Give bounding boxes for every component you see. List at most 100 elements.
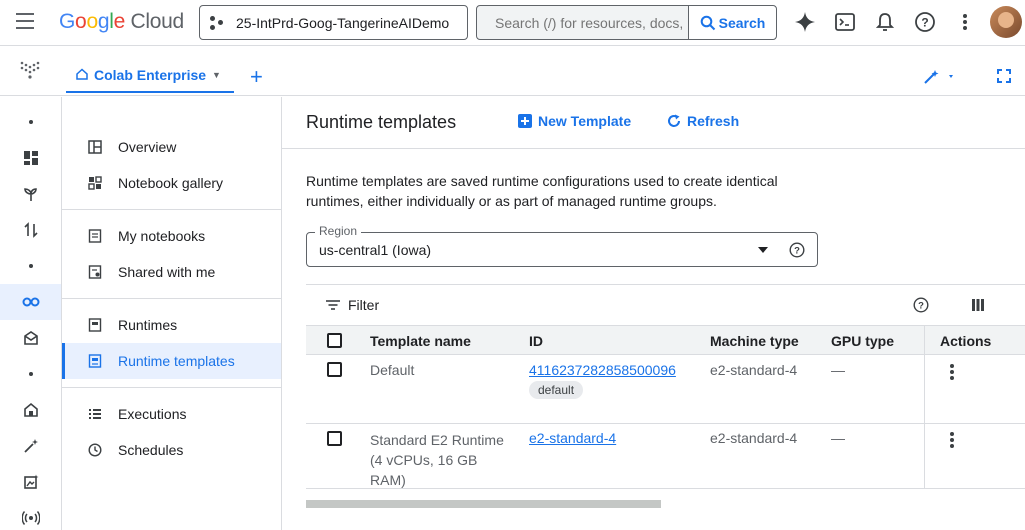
project-picker[interactable]: 25-IntPrd-Goog-TangerineAIDemo (199, 5, 468, 40)
list-icon (87, 406, 103, 422)
wand-icon (23, 439, 38, 453)
column-display-icon[interactable] (972, 298, 984, 314)
new-template-button[interactable]: New Template (518, 113, 631, 129)
nav-item-notebook-gallery[interactable]: Notebook gallery (62, 165, 281, 201)
notifications-icon[interactable] (874, 11, 896, 33)
select-all-checkbox[interactable] (327, 333, 342, 348)
refresh-button[interactable]: Refresh (667, 113, 739, 129)
nav-item-my-notebooks[interactable]: My notebooks (62, 218, 281, 254)
nav-item-overview[interactable]: Overview (62, 129, 281, 165)
dropdown-arrow-icon (758, 247, 768, 253)
nav-item-label: Schedules (118, 442, 184, 458)
rail-item-model-garden[interactable] (0, 176, 61, 212)
filter-label: Filter (348, 297, 380, 313)
search-icon (700, 15, 715, 30)
dashboard-icon (23, 151, 38, 165)
rail-item-model-registry[interactable] (0, 392, 61, 428)
horizontal-scrollbar[interactable] (306, 500, 661, 508)
nav-item-executions[interactable]: Executions (62, 396, 281, 432)
row-checkbox[interactable] (327, 431, 342, 446)
machine-type: e2-standard-4 (710, 430, 798, 446)
building-icon (23, 402, 38, 417)
svg-text:?: ? (794, 246, 800, 257)
vertex-ai-icon[interactable] (18, 59, 42, 86)
page-description: Runtime templates are saved runtime conf… (306, 173, 778, 209)
template-id-link[interactable]: 4116237282858500096 (529, 362, 676, 378)
sprout-icon (23, 188, 37, 201)
fullscreen-icon[interactable] (997, 69, 1011, 86)
home-icon (76, 67, 88, 83)
add-tab-icon[interactable]: + (250, 66, 263, 88)
column-header-gpu-type[interactable]: GPU type (831, 333, 894, 349)
table-row: Standard E2 Runtime (4 vCPUs, 16 GB RAM)… (306, 424, 1025, 489)
rail-item-dashboard[interactable] (0, 140, 61, 176)
help-icon[interactable]: ? (913, 297, 929, 316)
rail-item-colab[interactable] (0, 284, 61, 320)
tab-colab-enterprise[interactable]: Colab Enterprise ▼ (66, 59, 234, 93)
rail-item-dot (0, 104, 61, 140)
refresh-label: Refresh (687, 113, 740, 129)
avatar[interactable] (990, 6, 1022, 38)
rail-item-workbench[interactable] (0, 320, 61, 356)
magic-wand-icon[interactable] (922, 69, 956, 88)
search-input[interactable] (477, 14, 687, 31)
column-header-actions: Actions (940, 333, 992, 349)
shared-icon (87, 264, 103, 280)
chevron-down-icon: ▼ (212, 70, 221, 80)
mail-box-icon (23, 331, 38, 345)
refresh-icon (667, 114, 681, 128)
colab-nav: Overview Notebook gallery My notebooks S… (62, 97, 282, 530)
google-cloud-logo[interactable]: Google Cloud (59, 10, 184, 34)
more-vert-icon[interactable] (954, 11, 976, 33)
divider (62, 298, 281, 299)
nav-item-schedules[interactable]: Schedules (62, 432, 281, 468)
search-button[interactable]: Search (688, 6, 776, 39)
template-name: Standard E2 Runtime (4 vCPUs, 16 GB RAM) (370, 432, 504, 488)
colab-icon (22, 297, 39, 307)
column-header-template-name[interactable]: Template name (370, 333, 471, 349)
template-icon (87, 353, 103, 369)
cloud-shell-icon[interactable] (834, 11, 856, 33)
column-header-machine-type[interactable]: Machine type (710, 333, 799, 349)
row-checkbox[interactable] (327, 362, 342, 377)
rail-item-pipelines[interactable] (0, 212, 61, 248)
nav-item-label: Overview (118, 139, 177, 155)
divider (62, 387, 281, 388)
main-content: Runtime templates New Template Refresh R… (282, 97, 1025, 530)
region-select[interactable]: Region us-central1 (Iowa) ? (306, 224, 818, 267)
nav-item-runtimes[interactable]: Runtimes (62, 307, 281, 343)
overview-icon (87, 139, 103, 155)
tab-label: Colab Enterprise (94, 67, 207, 83)
rail-item-tuning[interactable] (0, 428, 61, 464)
notebook-icon (87, 228, 103, 244)
divider (62, 209, 281, 210)
help-icon[interactable]: ? (914, 11, 936, 33)
filter-button[interactable]: Filter (326, 297, 379, 313)
filter-icon (326, 300, 340, 310)
search-box: Search (476, 5, 777, 40)
region-value: us-central1 (Iowa) (319, 242, 432, 258)
table-row: Default 4116237282858500096 default e2-s… (306, 355, 1025, 424)
more-vert-icon[interactable] (950, 364, 954, 382)
swap-icon (23, 222, 38, 238)
machine-type: e2-standard-4 (710, 362, 798, 378)
rail-item-endpoints[interactable] (0, 500, 61, 530)
nav-item-shared-with-me[interactable]: Shared with me (62, 254, 281, 290)
nav-item-runtime-templates[interactable]: Runtime templates (62, 343, 281, 379)
menu-icon[interactable] (16, 13, 36, 31)
more-vert-icon[interactable] (950, 432, 954, 450)
help-icon[interactable]: ? (789, 242, 805, 261)
gemini-icon[interactable] (794, 11, 816, 33)
column-header-id[interactable]: ID (529, 333, 543, 349)
image-sparkle-icon (23, 474, 38, 489)
filter-bar: Filter ? (306, 284, 1025, 325)
search-button-label: Search (718, 14, 766, 31)
table-header: Template name ID Machine type GPU type A… (306, 325, 1025, 355)
svg-text:?: ? (921, 16, 928, 30)
rail-item-evaluation[interactable] (0, 464, 61, 500)
column-divider (924, 325, 925, 488)
nav-item-label: Executions (118, 406, 187, 422)
templates-table: Filter ? Template name ID Machine type G… (306, 284, 1025, 530)
nav-item-label: Runtimes (118, 317, 178, 333)
template-id-link[interactable]: e2-standard-4 (529, 430, 616, 446)
